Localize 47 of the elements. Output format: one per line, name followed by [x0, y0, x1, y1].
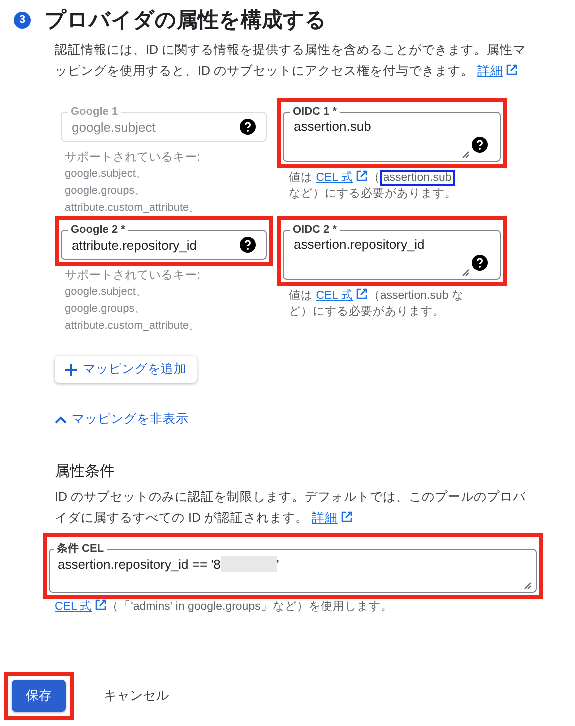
input-field[interactable]: Google 2 * attribute.repository_id — [61, 224, 267, 260]
cancel-button[interactable]: キャンセル — [98, 681, 175, 711]
hint-text: attribute.custom_attribute。 — [65, 201, 202, 216]
help-icon[interactable] — [472, 255, 488, 271]
description-text: ID のサブセットのみに認証を制限します。デフォルトでは、このプールのプロバイダに属するすべての ID が認証されます。 詳細 — [55, 489, 527, 527]
field-label: Google 2 * — [70, 224, 126, 237]
save-button[interactable]: 保存 — [12, 680, 66, 712]
external-link-icon — [356, 288, 368, 300]
text-area[interactable]: OIDC 1 * assertion.sub — [283, 106, 501, 162]
external-link-icon — [340, 511, 353, 523]
field-label: OIDC 1 * — [292, 106, 338, 119]
hint-text: google.subject、 — [65, 285, 148, 300]
hint-text: google.groups、 — [65, 302, 147, 317]
chevron-up-icon — [55, 416, 67, 424]
resize-handle-icon[interactable] — [462, 151, 470, 159]
resize-handle-icon[interactable] — [462, 269, 470, 277]
resize-handle-icon[interactable] — [524, 582, 532, 590]
step-number: 3 — [14, 12, 31, 28]
hint-text: 値は CEL 式 （ assertion.sub など）にする必要があります。 — [289, 170, 458, 202]
field-label: Google 1 — [70, 106, 120, 119]
hint-text: CEL 式 （「'admins' in google.groups」など）を使用します。 — [55, 599, 394, 614]
external-link-icon — [95, 599, 108, 611]
text-area[interactable]: 条件 CEL assertion.repository_id == '8 ' — [49, 543, 537, 593]
description-text: 認証情報には、ID に関する情報を提供する属性を含めることができます。属性マッピングを使用すると、ID のサブセットにアクセス権を付与できます。 詳細 — [55, 42, 527, 80]
cel-link[interactable]: CEL 式 — [316, 172, 368, 184]
cel-link[interactable]: CEL 式 — [316, 290, 368, 302]
external-link-icon — [506, 64, 518, 76]
hint-text: attribute.custom_attribute。 — [65, 319, 202, 334]
help-icon[interactable] — [240, 237, 256, 253]
field-label: OIDC 2 * — [292, 224, 338, 237]
cel-link[interactable]: CEL 式 — [55, 601, 108, 613]
learn-more-link[interactable]: 詳細 — [312, 511, 353, 525]
text-area[interactable]: OIDC 2 * assertion.repository_id — [283, 224, 501, 280]
learn-more-link[interactable]: 詳細 — [477, 64, 518, 78]
add-mapping-button[interactable]: マッピングを追加 — [55, 356, 197, 383]
external-link-icon — [356, 170, 368, 182]
field-label: 条件 CEL — [56, 543, 106, 556]
section-title: プロバイダの属性を構成する — [45, 8, 327, 34]
hide-mappings-toggle[interactable]: マッピングを非表示 — [55, 411, 189, 428]
hint-text: サポートされているキー: — [65, 150, 202, 165]
hint-text: google.groups、 — [65, 184, 147, 199]
plus-icon — [65, 364, 77, 376]
hint-text: サポートされているキー: — [65, 268, 202, 283]
hint-text: 値は CEL 式 （assertion.sub など）にする必要があります。 — [289, 288, 465, 320]
help-icon[interactable] — [472, 137, 488, 153]
hint-text: google.subject、 — [65, 167, 148, 182]
section-heading: 属性条件 — [55, 462, 116, 481]
